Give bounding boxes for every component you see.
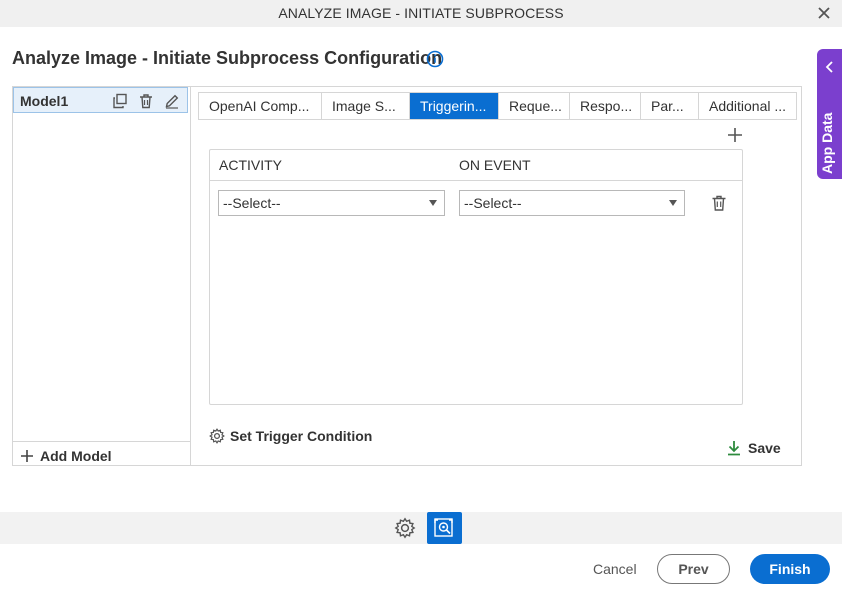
finish-button[interactable]: Finish [750,554,830,584]
model-list-panel: Model1 Add Model [12,86,191,466]
gear-icon [209,428,225,444]
set-trigger-condition-label: Set Trigger Condition [230,428,373,444]
tab-request[interactable]: Reque... [499,93,570,119]
tab-parameters[interactable]: Par... [641,93,699,119]
info-icon[interactable] [426,50,444,68]
close-icon[interactable] [816,5,832,21]
row-delete-trash-icon[interactable] [710,194,728,212]
activity-select[interactable]: --Select-- [218,190,445,216]
tab-triggering[interactable]: Triggerin... [410,93,499,119]
prev-button[interactable]: Prev [657,554,730,584]
activity-select-value: --Select-- [223,195,281,211]
settings-gear-icon[interactable] [394,517,416,539]
trigger-grid: ACTIVITY ON EVENT --Select-- --Select-- [209,149,743,405]
download-icon [728,441,740,456]
chevron-left-icon [825,61,833,73]
plus-icon [21,450,33,462]
dialog-titlebar: ANALYZE IMAGE - INITIATE SUBPROCESS [0,0,842,27]
config-tabs: OpenAI Comp... Image S... Triggerin... R… [198,92,797,120]
save-button[interactable]: Save [727,440,781,456]
tab-openai-component[interactable]: OpenAI Comp... [199,93,322,119]
app-data-label: App Data [819,112,835,174]
save-label: Save [748,440,781,456]
tab-response[interactable]: Respo... [570,93,641,119]
dropdown-arrow-icon [429,200,437,206]
column-header-activity: ACTIVITY [219,157,283,173]
trash-icon[interactable] [138,93,154,109]
on-event-select[interactable]: --Select-- [459,190,685,216]
edit-icon[interactable] [164,93,180,109]
analyze-image-button[interactable] [427,512,462,544]
image-scan-icon [434,518,453,537]
add-model-button[interactable]: Add Model [20,446,112,466]
set-trigger-condition-button[interactable]: Set Trigger Condition [209,428,372,444]
page-title: Analyze Image - Initiate Subprocess Conf… [12,48,443,68]
add-model-label: Add Model [40,448,112,464]
model-list-item[interactable]: Model1 [13,87,188,113]
dropdown-arrow-icon [669,200,677,206]
dialog-title: ANALYZE IMAGE - INITIATE SUBPROCESS [278,5,564,21]
footer-toolbar [0,512,842,544]
model-name: Model1 [20,93,69,109]
cancel-button[interactable]: Cancel [593,561,637,577]
on-event-select-value: --Select-- [464,195,522,211]
column-header-on-event: ON EVENT [459,157,531,173]
divider [12,441,190,442]
copy-icon[interactable] [112,93,128,109]
app-data-tab[interactable]: App Data [817,49,842,179]
grid-header: ACTIVITY ON EVENT [210,150,742,181]
tab-image-source[interactable]: Image S... [322,93,410,119]
tab-additional[interactable]: Additional ... [699,93,796,119]
add-row-plus-icon[interactable] [727,127,743,143]
